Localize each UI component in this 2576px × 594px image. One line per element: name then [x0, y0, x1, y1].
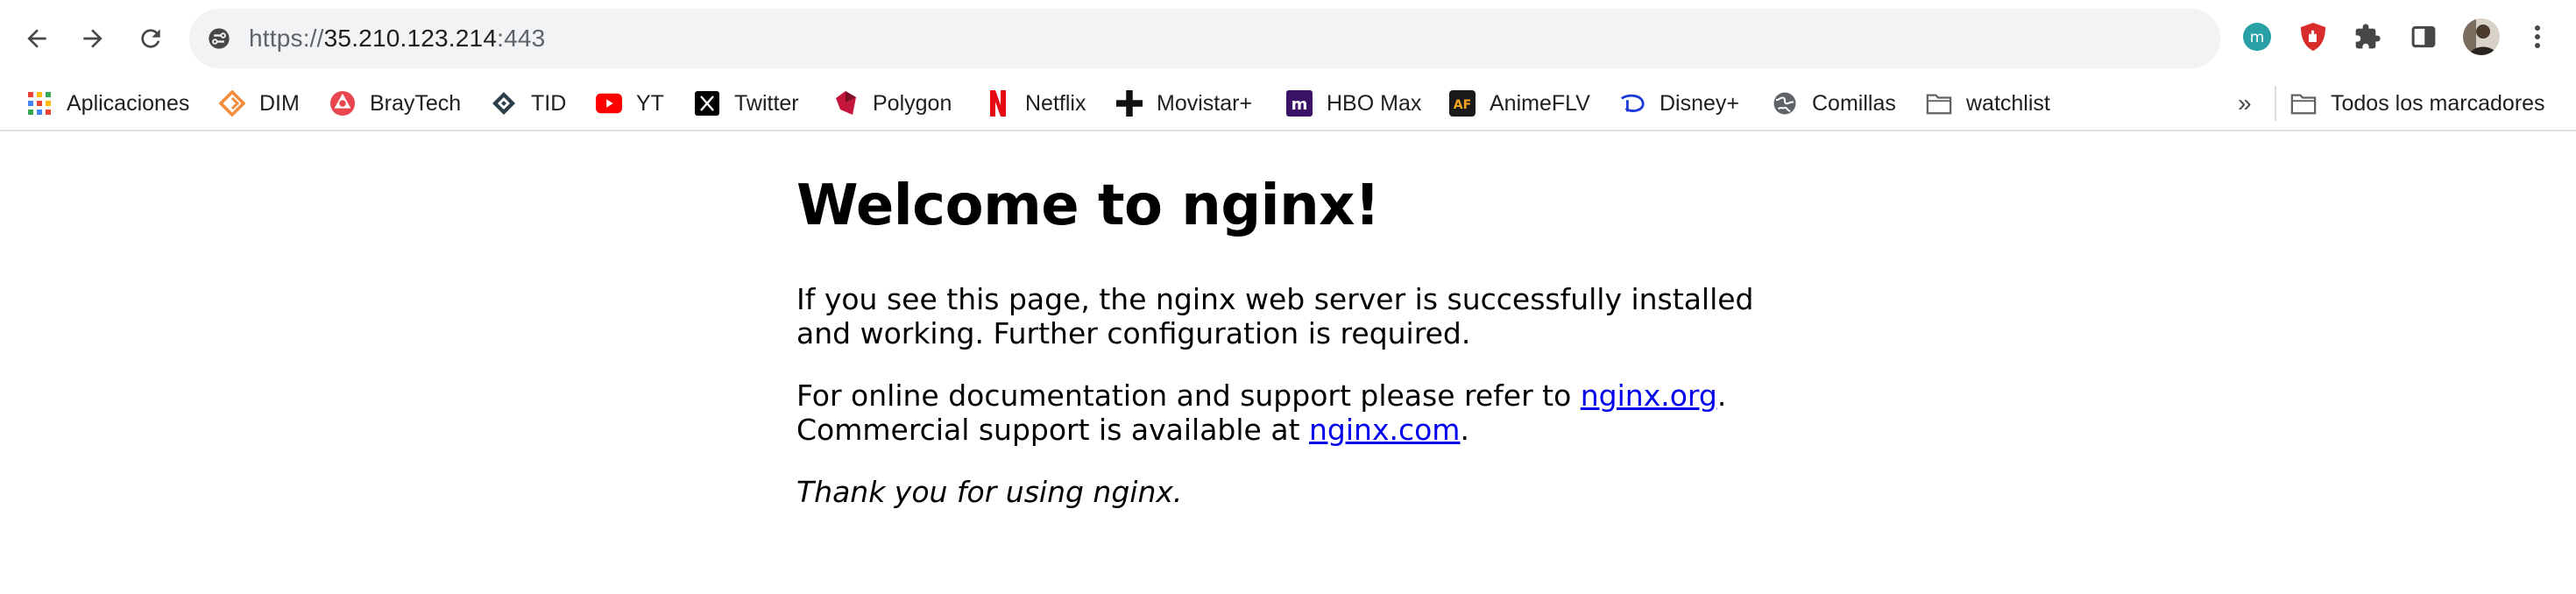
bookmark-label: Movistar+ — [1157, 90, 1253, 116]
nginx-com-link[interactable]: nginx.com — [1309, 413, 1460, 447]
bookmark-label: watchlist — [1966, 90, 2050, 116]
puzzle-icon[interactable] — [2350, 19, 2385, 54]
bookmark-watchlist[interactable]: watchlist — [1926, 77, 2050, 130]
movistar-icon — [1116, 90, 1143, 117]
bookmarks-overflow-button[interactable]: » — [2238, 77, 2252, 130]
intro-paragraph: If you see this page, the nginx web serv… — [796, 282, 1754, 350]
arrow-left-icon — [27, 29, 46, 48]
reload-button[interactable] — [130, 18, 172, 60]
address-bar[interactable]: https://35.210.123.214:443 — [189, 9, 2220, 68]
url-text[interactable]: https://35.210.123.214:443 — [249, 9, 545, 68]
svg-text:AF: AF — [1454, 98, 1471, 112]
dim-icon — [219, 90, 245, 117]
braytech-icon — [329, 90, 356, 117]
animeflv-icon: AF — [1449, 90, 1476, 117]
url-scheme: https:// — [249, 25, 324, 52]
reload-icon — [141, 29, 160, 48]
globe-icon — [1772, 90, 1798, 117]
menu-kebab-icon[interactable] — [2520, 19, 2555, 54]
svg-text:m: m — [1292, 95, 1308, 114]
thanks-paragraph: Thank you for using nginx. — [796, 475, 1760, 509]
commercial-period: . — [1460, 413, 1469, 447]
profile-avatar[interactable] — [2462, 18, 2501, 56]
meet-extension-icon[interactable]: m — [2240, 19, 2275, 54]
bookmark-braytech[interactable]: BrayTech — [329, 77, 461, 130]
page-title: Welcome to nginx! — [796, 173, 1380, 238]
bookmark-label: Twitter — [734, 90, 799, 116]
forward-button[interactable] — [72, 18, 114, 60]
bookmark-label: AnimeFLV — [1490, 90, 1590, 116]
ublock-icon[interactable] — [2296, 19, 2331, 54]
bookmark-label: DIM — [259, 90, 300, 116]
docs-paragraph: For online documentation and support ple… — [796, 378, 1760, 447]
bookmark-comillas[interactable]: Comillas — [1772, 77, 1896, 130]
commercial-text: Commercial support is available at — [796, 413, 1309, 447]
browser-toolbar: https://35.210.123.214:443 m — [0, 0, 2576, 77]
bookmark-disney[interactable]: Disney+ — [1619, 77, 1739, 130]
netflix-icon — [985, 90, 1011, 117]
bookmarks-separator — [2275, 86, 2276, 121]
bookmark-animeflv[interactable]: AF AnimeFLV — [1449, 77, 1590, 130]
url-port: :443 — [497, 25, 546, 52]
bookmark-movistar[interactable]: Movistar+ — [1116, 77, 1252, 130]
bookmark-label: HBO Max — [1327, 90, 1422, 116]
site-info-icon[interactable] — [205, 25, 233, 53]
side-panel-icon[interactable] — [2406, 19, 2441, 54]
polygon-icon — [832, 90, 859, 117]
bookmark-twitter[interactable]: Twitter — [694, 77, 799, 130]
hbomax-icon: m — [1286, 90, 1313, 117]
back-button[interactable] — [16, 18, 58, 60]
bookmark-aplicaciones[interactable]: Aplicaciones — [26, 77, 189, 130]
nginx-org-link[interactable]: nginx.org — [1581, 378, 1717, 413]
disney-icon — [1619, 90, 1645, 117]
bookmark-label: Todos los marcadores — [2331, 90, 2545, 116]
apps-grid-icon — [26, 90, 53, 117]
folder-icon — [2290, 90, 2317, 117]
docs-period: . — [1716, 378, 1727, 413]
page-content: Welcome to nginx! If you see this page, … — [796, 163, 1760, 537]
docs-text: For online documentation and support ple… — [796, 378, 1581, 413]
thanks-text: Thank you for using nginx. — [796, 475, 1183, 509]
bookmark-hbomax[interactable]: m HBO Max — [1286, 77, 1421, 130]
svg-text:m: m — [2250, 29, 2265, 46]
bookmark-polygon[interactable]: Polygon — [832, 77, 952, 130]
tid-icon — [491, 90, 517, 117]
bookmark-tid[interactable]: TID — [491, 77, 566, 130]
bookmark-label: Netflix — [1025, 90, 1086, 116]
url-host: 35.210.123.214 — [323, 25, 498, 52]
bookmark-label: BrayTech — [370, 90, 462, 116]
bookmarks-bar: Aplicaciones DIM BrayTech TID YT Twitter — [0, 77, 2576, 131]
bookmark-label: Comillas — [1812, 90, 1896, 116]
bookmark-yt[interactable]: YT — [596, 77, 664, 130]
bookmark-label: Disney+ — [1660, 90, 1740, 116]
bookmark-dim[interactable]: DIM — [219, 77, 300, 130]
x-icon — [694, 90, 720, 117]
arrow-right-icon — [83, 29, 103, 48]
youtube-icon — [596, 90, 622, 117]
bookmark-label: Polygon — [873, 90, 952, 116]
bookmark-label: Aplicaciones — [67, 90, 190, 116]
bookmark-label: TID — [531, 90, 567, 116]
all-bookmarks-button[interactable]: Todos los marcadores — [2290, 77, 2545, 130]
bookmark-label: YT — [636, 90, 664, 116]
bookmark-netflix[interactable]: Netflix — [985, 77, 1086, 130]
folder-icon — [1926, 90, 1952, 117]
